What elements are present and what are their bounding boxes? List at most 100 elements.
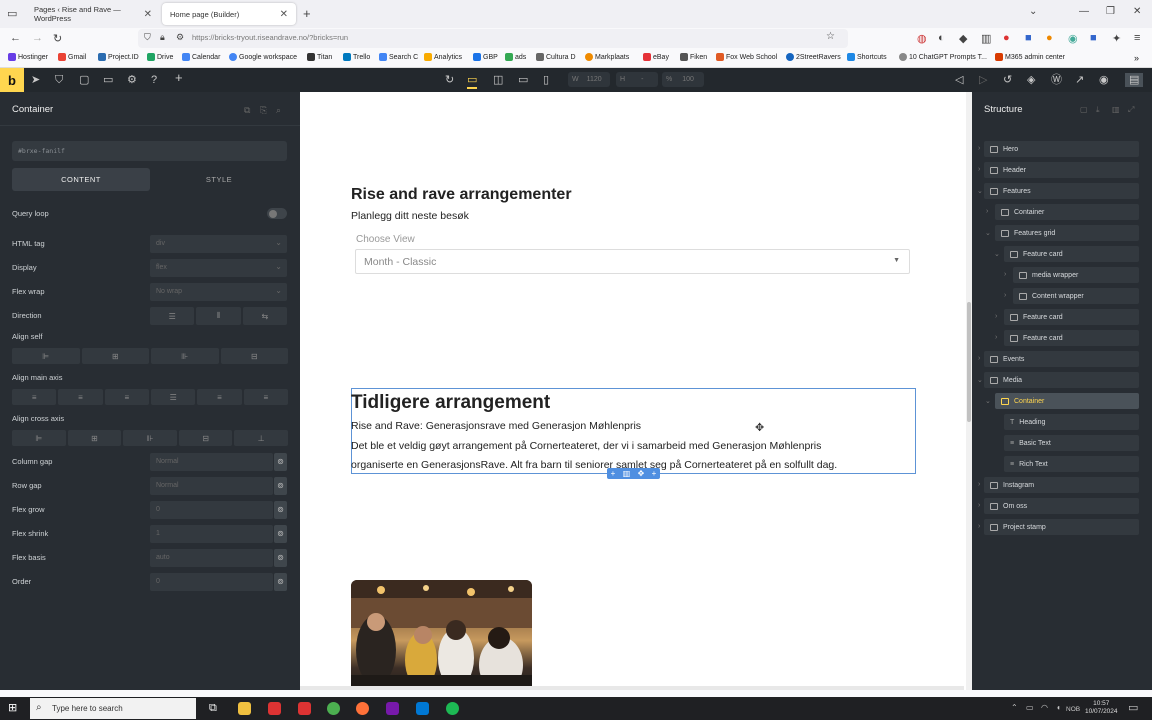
chevron-down-icon[interactable]: ⌄ (994, 250, 1000, 258)
close-tab-icon[interactable]: ✕ (280, 9, 288, 20)
items-end-icon[interactable]: ⊪ (123, 430, 177, 446)
bookmark-analytics[interactable]: Analytics (424, 53, 462, 61)
chevron-right-icon[interactable]: › (1004, 271, 1006, 278)
move-icon[interactable]: ✥ (638, 469, 645, 478)
bookmark-ebay[interactable]: eBay (643, 53, 669, 61)
settings-gear-icon[interactable]: ⚙ (127, 73, 137, 87)
extension-icon[interactable]: ▥ (981, 32, 991, 45)
bookmark-ads[interactable]: ads (505, 53, 526, 61)
file-explorer-icon[interactable] (238, 702, 251, 715)
external-link-icon[interactable]: ↗ (1075, 73, 1084, 87)
direction-reverse-icon[interactable]: ⇆ (242, 307, 287, 325)
chevron-down-icon[interactable]: ⌄ (985, 397, 991, 405)
list-tabs-icon[interactable]: ⌄ (1029, 6, 1037, 17)
clock[interactable]: 10:57 10/07/2024 (1085, 700, 1118, 716)
structure-item-events[interactable]: Events (984, 351, 1139, 367)
flex-shrink-input[interactable]: 1 (150, 525, 273, 543)
chevron-right-icon[interactable]: › (995, 313, 997, 320)
pocket-icon[interactable]: ◍ (917, 32, 927, 45)
bookmark-google-workspace[interactable]: Google workspace (229, 53, 297, 61)
structure-item-container[interactable]: Container (995, 204, 1139, 220)
desktop-icon[interactable]: ▭ (467, 73, 478, 89)
templates-icon[interactable]: ▭ (103, 73, 113, 87)
flex-wrap-select[interactable]: No wrap (150, 283, 287, 301)
outlook-icon[interactable] (416, 702, 429, 715)
shield-icon[interactable]: ⛉ (144, 32, 151, 43)
tray-chevron-icon[interactable]: ⌃ (1011, 701, 1018, 715)
structure-item-container-selected[interactable]: Container (995, 393, 1139, 409)
past-events-heading[interactable]: Tidligere arrangement (351, 392, 550, 414)
columns-icon[interactable]: ▥ (623, 469, 631, 478)
chevron-right-icon[interactable]: › (1004, 292, 1006, 299)
canvas-width-input[interactable]: W 1120 (568, 72, 610, 87)
undo-icon[interactable]: ◁ (955, 73, 963, 87)
add-icon[interactable]: + (611, 469, 616, 478)
structure-item-instagram[interactable]: Instagram (984, 477, 1139, 493)
bookmark-trello[interactable]: Trello (343, 53, 370, 61)
justify-between-icon[interactable]: ☰ (150, 389, 196, 405)
chrome-icon[interactable] (327, 702, 340, 715)
justify-end-icon[interactable]: ≡ (104, 389, 149, 405)
structure-item-rich-text[interactable]: ≡ Rich Text (1004, 456, 1139, 472)
bookmark-cultura[interactable]: Cultura D (536, 53, 576, 61)
canvas-zoom-input[interactable]: % 100 (662, 72, 704, 87)
pages-icon[interactable]: ▢ (79, 73, 89, 87)
items-baseline-icon[interactable]: ⊥ (234, 430, 288, 446)
justify-around-icon[interactable]: ≡ (197, 389, 242, 405)
add-icon[interactable]: + (175, 71, 183, 85)
variable-picker-icon[interactable]: ⊚ (274, 573, 287, 591)
layers-icon[interactable]: ◈ (1027, 73, 1035, 87)
chevron-right-icon[interactable]: › (978, 502, 980, 509)
minimize-icon[interactable]: — (1079, 6, 1089, 17)
extension-icon[interactable]: ● (1046, 32, 1053, 44)
structure-item-feature-card[interactable]: Feature card (1004, 246, 1139, 262)
notifications-icon[interactable]: ▭ (1128, 701, 1138, 715)
wordpress-icon[interactable]: Ⓦ (1051, 73, 1062, 87)
extension-icon[interactable]: ◆ (959, 32, 967, 45)
bookmark-chatgpt-prompts[interactable]: 10 ChatGPT Prompts T... (899, 53, 987, 61)
chevron-right-icon[interactable]: › (978, 145, 980, 152)
refresh-icon[interactable]: ↻ (445, 73, 454, 87)
forward-icon[interactable]: → (32, 32, 43, 44)
bookmark-drive[interactable]: Drive (147, 53, 173, 61)
trash-icon[interactable]: ▥ (1112, 103, 1120, 117)
past-events-rich-text-line1[interactable]: Det ble et veldig gøyt arrangement på Co… (351, 440, 821, 452)
new-tab-button[interactable]: + (303, 6, 311, 21)
bookmark-star-icon[interactable]: ☆ (826, 31, 835, 42)
chevron-down-icon[interactable]: ⌄ (977, 376, 983, 384)
tab-content[interactable]: CONTENT (12, 168, 150, 191)
close-tab-icon[interactable]: ✕ (144, 9, 152, 20)
laptop-icon[interactable]: ◫ (493, 73, 503, 87)
html-tag-select[interactable]: div (150, 235, 287, 253)
items-center-icon[interactable]: ⊞ (67, 430, 122, 446)
collapse-icon[interactable]: ▢ (1080, 103, 1088, 117)
structure-item-media-wrapper[interactable]: media wrapper (1013, 267, 1139, 283)
bookmark-project-id[interactable]: Project.ID (98, 53, 139, 61)
url-bar[interactable]: ⛉ 🔒︎ ⚙ https://bricks-tryout.riseandrave… (138, 29, 848, 48)
menu-icon[interactable]: ≡ (1134, 32, 1140, 44)
structure-item-feature-card[interactable]: Feature card (1004, 330, 1139, 346)
bricks-logo[interactable]: b (0, 68, 24, 92)
structure-item-features-grid[interactable]: Features grid (995, 225, 1139, 241)
expand-icon[interactable]: ⤢ (1128, 103, 1134, 117)
chevron-down-icon[interactable]: ⌄ (985, 229, 991, 237)
query-loop-toggle[interactable] (267, 208, 287, 219)
bookmark-m365-admin[interactable]: M365 admin center (995, 53, 1065, 61)
variable-picker-icon[interactable]: ⊚ (274, 477, 287, 495)
structure-item-hero[interactable]: Hero (984, 141, 1139, 157)
onenote-icon[interactable] (386, 702, 399, 715)
tablet-landscape-icon[interactable]: ▭ (518, 73, 528, 87)
events-heading[interactable]: Rise and rave arrangementer (351, 186, 572, 204)
extension-icon[interactable]: ■ (1090, 32, 1097, 44)
direction-row-icon[interactable]: ☰ (150, 307, 195, 325)
extension-icon[interactable]: ◉ (1068, 32, 1078, 45)
variable-picker-icon[interactable]: ⊚ (274, 501, 287, 519)
structure-panel-icon[interactable]: ▤ (1125, 73, 1144, 87)
extension-icon[interactable]: ● (1003, 32, 1010, 44)
align-center-icon[interactable]: ⊞ (81, 348, 149, 364)
items-start-icon[interactable]: ⊫ (12, 430, 66, 446)
extension-icon[interactable]: ◐ (938, 32, 945, 44)
canvas-height-input[interactable]: H- (616, 72, 658, 87)
tab-list-icon[interactable]: ▭ (7, 7, 17, 20)
past-events-basic-text[interactable]: Rise and Rave: Generasjonsrave med Gener… (351, 420, 641, 432)
